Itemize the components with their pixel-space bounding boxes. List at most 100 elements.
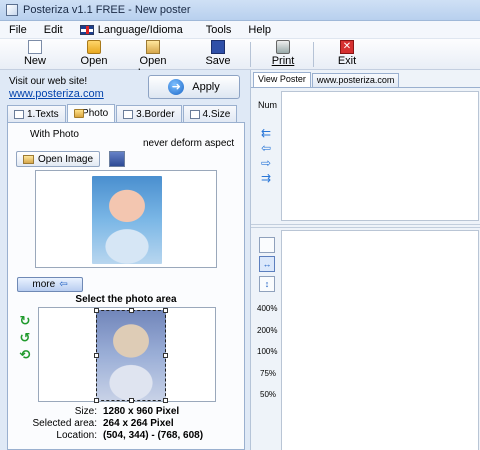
menu-edit[interactable]: Edit xyxy=(35,24,71,36)
selection-rectangle[interactable] xyxy=(94,308,168,403)
more-button[interactable]: more ⇦ xyxy=(17,277,83,292)
resize-handle[interactable] xyxy=(163,353,168,358)
tab-texts[interactable]: 1.Texts xyxy=(7,105,66,122)
tab-border[interactable]: 3.Border xyxy=(116,105,182,122)
save-button[interactable]: Save xyxy=(205,40,231,69)
resize-handle[interactable] xyxy=(94,398,99,403)
photo-tab-pane: With Photo never deform aspect Open Imag… xyxy=(7,122,245,450)
num-label: Num xyxy=(258,100,278,110)
selected-area-value: 264 x 264 Pixel xyxy=(103,418,174,429)
exit-button[interactable]: ✕ Exit xyxy=(334,40,360,69)
photo-preview xyxy=(35,170,217,268)
printer-icon xyxy=(276,40,290,54)
open-button[interactable]: Open xyxy=(80,40,108,69)
fit-height-button[interactable]: ↕ xyxy=(259,276,275,292)
size-value: 1280 x 960 Pixel xyxy=(103,406,180,417)
uk-flag-icon xyxy=(79,24,94,35)
view-tabs: View Poster www.posteriza.com xyxy=(253,72,400,87)
zoom-400[interactable]: 400% xyxy=(257,304,277,313)
resize-handle[interactable] xyxy=(129,398,134,403)
open-image-icon xyxy=(146,40,160,54)
left-panel: Visit our web site! www.posteriza.com ➜ … xyxy=(0,70,250,450)
settings-tabs: 1.Texts 2.Photo 3.Border 4.Size xyxy=(7,104,238,122)
tab-texts-label: 1.Texts xyxy=(27,108,59,120)
info-values: 1280 x 960 Pixel 264 x 264 Pixel (504, 3… xyxy=(103,406,203,442)
zoom-50[interactable]: 50% xyxy=(260,390,276,399)
page-thumbnail-view[interactable] xyxy=(281,91,479,221)
exit-label: Exit xyxy=(337,55,357,67)
apply-button[interactable]: ➜ Apply xyxy=(148,75,240,99)
tab-view-poster[interactable]: View Poster xyxy=(253,72,311,87)
arrow-right-icon: ➜ xyxy=(168,79,185,95)
tab-size[interactable]: 4.Size xyxy=(182,105,238,122)
resize-handle[interactable] xyxy=(163,308,168,313)
blank-page-button[interactable] xyxy=(259,237,275,253)
rotate-180-icon[interactable]: ⟲ xyxy=(19,348,31,361)
splitter[interactable] xyxy=(251,224,480,228)
tab-website[interactable]: www.posteriza.com xyxy=(311,73,400,87)
photo-icon xyxy=(73,109,84,118)
toolbar: New Open Open Image Save Print ✕ Exit xyxy=(0,39,480,79)
menu-tools[interactable]: Tools xyxy=(197,24,240,36)
apply-label: Apply xyxy=(192,81,220,93)
left-arrow-icon[interactable]: ⇦ xyxy=(259,142,273,154)
right-panel: View Poster www.posteriza.com Num ⇇ ⇦ ⇨ … xyxy=(250,70,480,450)
resize-handle[interactable] xyxy=(94,308,99,313)
toolbar-separator xyxy=(313,42,314,67)
fit-width-button[interactable]: ↔ xyxy=(259,256,275,272)
more-label: more xyxy=(32,279,56,290)
new-button[interactable]: New xyxy=(22,40,48,69)
arrow-left-icon: ⇦ xyxy=(59,279,68,290)
resize-handle[interactable] xyxy=(163,398,168,403)
print-label: Print xyxy=(271,55,295,67)
new-label: New xyxy=(23,55,46,67)
tab-size-label: 4.Size xyxy=(202,108,231,120)
open-image-icon xyxy=(22,154,34,164)
zoom-75[interactable]: 75% xyxy=(260,369,276,378)
open-image-panel-button[interactable]: Open Image xyxy=(16,151,100,167)
open-folder-icon xyxy=(87,40,101,54)
print-button[interactable]: Print xyxy=(270,40,296,69)
size-icon xyxy=(189,109,200,119)
menu-language-label: Language/Idioma xyxy=(97,23,183,36)
zoom-200[interactable]: 200% xyxy=(257,326,277,335)
visit-text: Visit our web site! xyxy=(9,76,88,87)
visit-site-block: Visit our web site! www.posteriza.com xyxy=(9,76,104,100)
view-poster-pane: Num ⇇ ⇦ ⇨ ⇉ ↔ ↕ 400% 200% 100% 75% 50% xyxy=(251,87,480,450)
tab-photo[interactable]: 2.Photo xyxy=(66,104,116,122)
menu-file[interactable]: File xyxy=(0,24,35,36)
tab-border-label: 3.Border xyxy=(136,108,175,120)
location-value: (504, 344) - (768, 608) xyxy=(103,430,204,441)
double-left-arrow-icon[interactable]: ⇇ xyxy=(259,127,273,139)
never-deform-label[interactable]: never deform aspect xyxy=(143,138,234,149)
menu-bar: File Edit Language/Idioma Tools Help xyxy=(0,21,480,39)
right-arrow-icon[interactable]: ⇨ xyxy=(259,157,273,169)
poster-page-view[interactable] xyxy=(281,230,479,450)
double-right-arrow-icon[interactable]: ⇉ xyxy=(259,172,273,184)
select-area-title: Select the photo area xyxy=(75,294,177,305)
menu-language[interactable]: Language/Idioma xyxy=(71,24,191,36)
exit-x-icon: ✕ xyxy=(340,40,354,54)
resize-handle[interactable] xyxy=(129,308,134,313)
rotate-left-icon[interactable]: ↺ xyxy=(19,331,31,344)
window-title: Posteriza v1.1 FREE - New poster xyxy=(23,4,191,16)
toolbar-separator xyxy=(250,42,251,67)
rotate-right-icon[interactable]: ↻ xyxy=(19,314,31,327)
with-photo-label[interactable]: With Photo xyxy=(30,129,79,140)
save-photo-button[interactable] xyxy=(109,151,125,167)
save-label: Save xyxy=(205,55,231,67)
text-icon xyxy=(14,109,24,119)
new-document-icon xyxy=(28,40,42,54)
baby-photo xyxy=(92,176,162,264)
selected-area-label: Selected area: xyxy=(32,418,98,429)
border-icon xyxy=(123,109,134,119)
site-link[interactable]: www.posteriza.com xyxy=(9,88,104,100)
zoom-100[interactable]: 100% xyxy=(257,347,277,356)
open-image-button[interactable]: Open Image xyxy=(124,40,182,79)
size-label: Size: xyxy=(74,406,97,417)
open-image-panel-label: Open Image xyxy=(37,153,94,165)
menu-help[interactable]: Help xyxy=(239,24,279,36)
info-labels: Size: Selected area: Location: xyxy=(7,406,98,442)
floppy-disk-icon xyxy=(211,40,225,54)
resize-handle[interactable] xyxy=(94,353,99,358)
